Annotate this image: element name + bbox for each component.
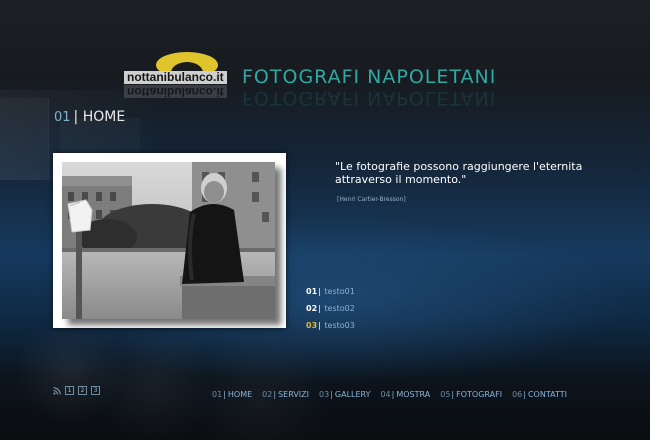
sublink-testo03[interactable]: 03| testo03: [306, 317, 355, 334]
logo-text-reflection: nottanibulanco.it: [124, 85, 227, 99]
site-title: FOTOGRAFI NAPOLETANI: [242, 66, 497, 88]
site-title-reflection: FOTOGRAFI NAPOLETANI: [242, 87, 497, 109]
page-button-2[interactable]: 2: [78, 386, 87, 395]
section-heading: 01 | HOME: [54, 109, 125, 125]
photo-frame: [53, 153, 286, 328]
pager: 1 2 3: [53, 386, 100, 395]
nav-item-gallery[interactable]: 03| GALLERY: [319, 390, 370, 399]
quote-author: [Henri Cartier-Bresson]: [337, 196, 406, 203]
sublinks: 01| testo01 02| testo02 03| testo03: [306, 283, 355, 334]
sublink-testo02[interactable]: 02| testo02: [306, 300, 355, 317]
sublink-testo01[interactable]: 01| testo01: [306, 283, 355, 300]
logo-text: nottanibulanco.it: [124, 71, 227, 84]
page-button-1[interactable]: 1: [65, 386, 74, 395]
nav-item-home[interactable]: 01| HOME: [212, 390, 252, 399]
site-logo[interactable]: nottanibulanco.it nottanibulanco.it: [120, 52, 230, 100]
nav-item-contatti[interactable]: 06| CONTATTI: [512, 390, 567, 399]
section-separator: |: [73, 109, 79, 125]
nav-item-fotografi[interactable]: 05| FOTOGRAFI: [440, 390, 502, 399]
background-rocks: [0, 330, 650, 440]
nav-item-servizi[interactable]: 02| SERVIZI: [262, 390, 309, 399]
rss-icon[interactable]: [53, 386, 61, 395]
page-button-3[interactable]: 3: [91, 386, 100, 395]
nav-item-mostra[interactable]: 04| MOSTRA: [380, 390, 430, 399]
featured-photo: [62, 162, 275, 319]
photo-image: [62, 162, 275, 319]
quote-text: "Le fotografie possono raggiungere l'ete…: [335, 160, 583, 186]
section-number: 01: [54, 110, 71, 125]
main-nav: 01| HOME 02| SERVIZI 03| GALLERY 04| MOSTRA …: [212, 390, 577, 399]
section-title: HOME: [82, 109, 126, 125]
